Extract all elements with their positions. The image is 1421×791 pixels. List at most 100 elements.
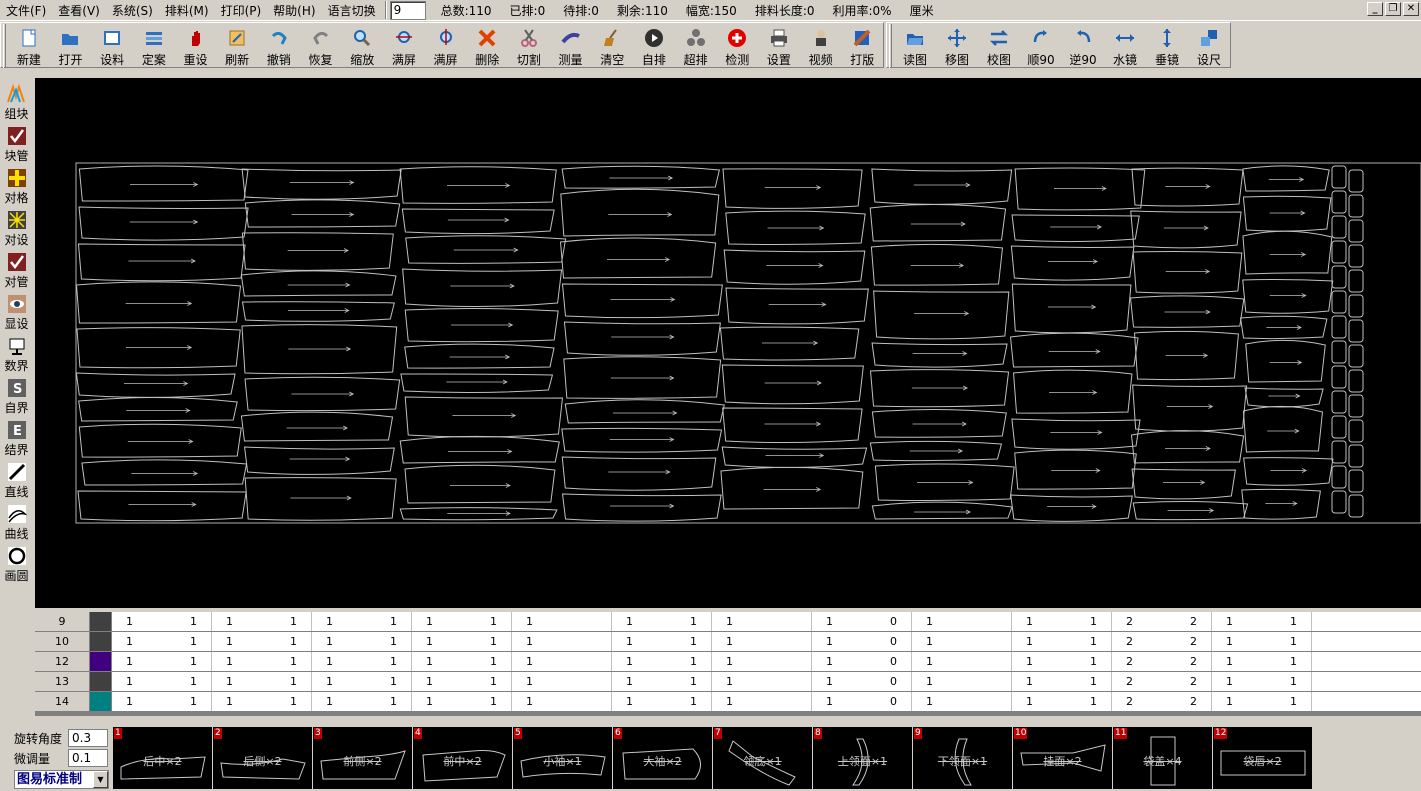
toolbar-button-material[interactable]: 设料 bbox=[91, 23, 133, 67]
sidebar-tool-align-manage[interactable]: 对管 bbox=[0, 248, 33, 290]
toolbar-grip[interactable] bbox=[3, 24, 6, 68]
grid-cell[interactable]: 1 bbox=[712, 692, 812, 711]
piece-thumbnail[interactable]: 1 后中×2 bbox=[113, 727, 213, 789]
grid-cell[interactable]: 11 bbox=[212, 692, 312, 711]
sidebar-tool-eye[interactable]: 显设 bbox=[0, 290, 33, 332]
grid-row-color-swatch[interactable] bbox=[90, 612, 112, 631]
toolbar-button-fit-screen[interactable]: 满屏 bbox=[383, 23, 425, 67]
grid-cell[interactable]: 11 bbox=[412, 632, 512, 651]
minimize-button[interactable]: _ bbox=[1367, 2, 1383, 16]
grid-cell[interactable]: 1 bbox=[512, 692, 612, 711]
grid-cell[interactable]: 11 bbox=[1212, 652, 1312, 671]
chevron-down-icon[interactable]: ▼ bbox=[93, 771, 108, 788]
grid-cell[interactable]: 11 bbox=[412, 612, 512, 631]
sidebar-tool-line[interactable]: 直线 bbox=[0, 458, 33, 500]
piece-thumbnail[interactable]: 11 袋盖×4 bbox=[1113, 727, 1213, 789]
grid-row[interactable]: 14 1 1 1 1 1 1 1 1 1 1 1 1 1 0 1 1 1 2 2 1 1 bbox=[35, 692, 1421, 712]
sidebar-tool-circle[interactable]: 画圆 bbox=[0, 542, 33, 584]
restore-button[interactable]: ❐ bbox=[1385, 2, 1401, 16]
piece-thumbnail[interactable]: 9 下领面×1 bbox=[913, 727, 1013, 789]
grid-cell[interactable]: 11 bbox=[212, 652, 312, 671]
marker-layout[interactable] bbox=[35, 78, 1421, 608]
grid-row[interactable]: 10 1 1 1 1 1 1 1 1 1 1 1 1 1 0 1 1 1 2 2 1 1 bbox=[35, 632, 1421, 652]
piece-thumbnail[interactable]: 10 挂面×2 bbox=[1013, 727, 1113, 789]
grid-cell[interactable]: 11 bbox=[612, 632, 712, 651]
toolbar-button-move[interactable]: 移图 bbox=[936, 23, 978, 67]
piece-thumbnail[interactable]: 5 小袖×1 bbox=[513, 727, 613, 789]
toolbar-button-new-file[interactable]: 新建 bbox=[8, 23, 50, 67]
grid-row-color-swatch[interactable] bbox=[90, 692, 112, 711]
menu-file[interactable]: 文件(F) bbox=[0, 2, 52, 19]
grid-cell[interactable]: 22 bbox=[1112, 672, 1212, 691]
sidebar-tool-s-bound[interactable]: S 自界 bbox=[0, 374, 33, 416]
grid-cell[interactable]: 1 bbox=[712, 612, 812, 631]
grid-cell[interactable]: 11 bbox=[112, 672, 212, 691]
grid-cell[interactable]: 11 bbox=[1212, 692, 1312, 711]
grid-cell[interactable]: 11 bbox=[1012, 632, 1112, 651]
grid-cell[interactable]: 11 bbox=[112, 612, 212, 631]
toolbar-button-cluster[interactable]: 超排 bbox=[675, 23, 717, 67]
piece-thumbnail[interactable]: 12 袋唇×2 bbox=[1213, 727, 1313, 789]
piece-thumbnail[interactable]: 3 前侧×2 bbox=[313, 727, 413, 789]
grid-cell[interactable]: 11 bbox=[412, 672, 512, 691]
grid-cell[interactable]: 10 bbox=[812, 672, 912, 691]
grid-cell[interactable]: 11 bbox=[1012, 672, 1112, 691]
grid-cell[interactable]: 11 bbox=[612, 692, 712, 711]
toolbar-button-mirror-h[interactable]: 水镜 bbox=[1104, 23, 1146, 67]
grid-cell[interactable]: 11 bbox=[1212, 632, 1312, 651]
grid-cell[interactable]: 11 bbox=[112, 632, 212, 651]
menu-system[interactable]: 系统(S) bbox=[106, 2, 159, 19]
size-quantity-grid[interactable]: 9 1 1 1 1 1 1 1 1 1 1 1 1 1 0 1 1 1 2 2 1 1 10 1 1 1 1 1 1 1 1 1 1 1 1 1 0 1 1… bbox=[35, 612, 1421, 716]
toolbar-button-ruler[interactable]: 设尺 bbox=[1188, 23, 1230, 67]
grid-cell[interactable]: 22 bbox=[1112, 652, 1212, 671]
toolbar-button-play[interactable]: 自排 bbox=[633, 23, 675, 67]
grid-cell[interactable]: 11 bbox=[1012, 652, 1112, 671]
grid-cell[interactable]: 22 bbox=[1112, 692, 1212, 711]
grid-cell[interactable]: 11 bbox=[612, 612, 712, 631]
toolbar-button-pattern[interactable]: 打版 bbox=[841, 23, 883, 67]
sidebar-tool-align-set[interactable]: 对设 bbox=[0, 206, 33, 248]
toolbar-grip[interactable] bbox=[889, 24, 892, 68]
rotate-angle-input[interactable]: 0.3 bbox=[68, 729, 108, 747]
grid-cell[interactable]: 1 bbox=[712, 652, 812, 671]
grid-cell[interactable]: 11 bbox=[1012, 692, 1112, 711]
grid-cell[interactable]: 1 bbox=[912, 672, 1012, 691]
toolbar-button-fit-screen-v[interactable]: 满屏 bbox=[425, 23, 467, 67]
toolbar-button-open-folder[interactable]: 打开 bbox=[50, 23, 92, 67]
grid-cell[interactable]: 1 bbox=[912, 692, 1012, 711]
grid-cell[interactable]: 11 bbox=[612, 652, 712, 671]
grid-cell[interactable]: 11 bbox=[212, 612, 312, 631]
grid-row[interactable]: 12 1 1 1 1 1 1 1 1 1 1 1 1 1 0 1 1 1 2 2 1 1 bbox=[35, 652, 1421, 672]
grid-row[interactable]: 13 1 1 1 1 1 1 1 1 1 1 1 1 1 0 1 1 1 2 2 1 1 bbox=[35, 672, 1421, 692]
layer-input[interactable]: 9 bbox=[389, 0, 426, 20]
grid-cell[interactable]: 11 bbox=[312, 612, 412, 631]
menu-view[interactable]: 查看(V) bbox=[52, 2, 106, 19]
piece-thumbnail[interactable]: 8 上领面×1 bbox=[813, 727, 913, 789]
sidebar-tool-group-block[interactable]: 组块 bbox=[0, 80, 33, 122]
menu-language[interactable]: 语言切换 bbox=[322, 2, 382, 19]
toolbar-button-broom[interactable]: 清空 bbox=[591, 23, 633, 67]
grid-cell[interactable]: 22 bbox=[1112, 612, 1212, 631]
piece-thumbnail[interactable]: 4 前中×2 bbox=[413, 727, 513, 789]
piece-thumbnail[interactable]: 7 领底×1 bbox=[713, 727, 813, 789]
grid-cell[interactable]: 11 bbox=[1212, 612, 1312, 631]
fine-tune-input[interactable]: 0.1 bbox=[68, 749, 108, 767]
grid-cell[interactable]: 22 bbox=[1112, 632, 1212, 651]
close-button[interactable]: ✕ bbox=[1403, 2, 1419, 16]
menu-print[interactable]: 打印(P) bbox=[215, 2, 268, 19]
toolbar-button-zoom[interactable]: 缩放 bbox=[341, 23, 383, 67]
grid-cell[interactable]: 11 bbox=[312, 632, 412, 651]
toolbar-button-measure[interactable]: 测量 bbox=[550, 23, 592, 67]
toolbar-button-undo[interactable]: 撤销 bbox=[258, 23, 300, 67]
grid-cell[interactable]: 1 bbox=[512, 652, 612, 671]
grid-cell[interactable]: 10 bbox=[812, 612, 912, 631]
toolbar-button-refresh[interactable]: 刷新 bbox=[216, 23, 258, 67]
toolbar-button-video[interactable]: 视频 bbox=[800, 23, 842, 67]
grid-row-color-swatch[interactable] bbox=[90, 652, 112, 671]
sidebar-tool-monitor[interactable]: 数界 bbox=[0, 332, 33, 374]
grid-cell[interactable]: 1 bbox=[912, 632, 1012, 651]
grid-cell[interactable]: 1 bbox=[512, 632, 612, 651]
piece-thumbnail[interactable]: 6 大袖×2 bbox=[613, 727, 713, 789]
grid-cell[interactable]: 10 bbox=[812, 692, 912, 711]
piece-thumbnail[interactable]: 2 后侧×2 bbox=[213, 727, 313, 789]
